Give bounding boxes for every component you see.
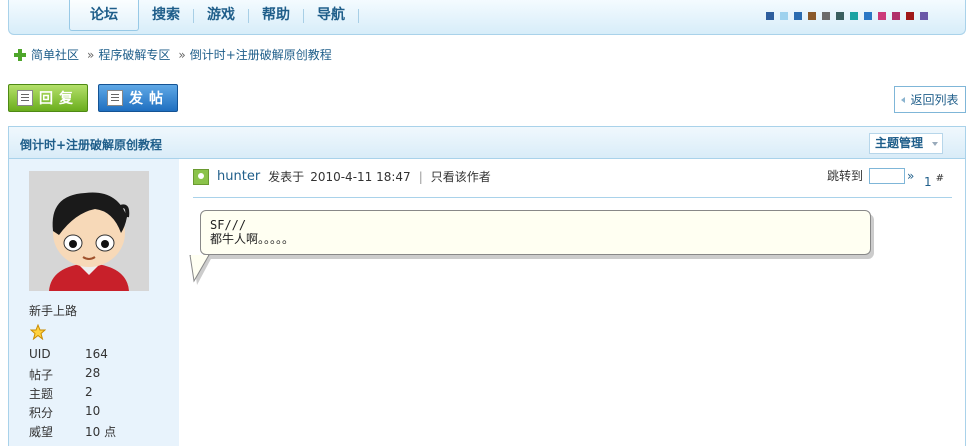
main-nav: 论坛 搜索 游戏 帮助 导航 [69, 0, 359, 31]
breadcrumb-separator: » [178, 47, 186, 62]
nav-item-search[interactable]: 搜索 [139, 0, 193, 31]
nav-item-navigation[interactable]: 导航 [304, 0, 358, 31]
theme-color-swatch[interactable] [780, 12, 788, 20]
stat-label: UID [29, 347, 51, 361]
theme-color-swatch[interactable] [850, 12, 858, 20]
meta-separator: | [418, 169, 423, 184]
nav-item-help[interactable]: 帮助 [249, 0, 303, 31]
theme-color-swatch[interactable] [892, 12, 900, 20]
theme-color-swatch[interactable] [878, 12, 886, 20]
jump-floor-input[interactable] [869, 167, 906, 184]
back-to-list-button[interactable]: 返回列表 [894, 86, 966, 113]
stat-label: 主题 [29, 387, 54, 401]
edit-icon [107, 90, 123, 106]
plus-icon [14, 48, 26, 61]
reply-icon [17, 90, 33, 106]
star-icon [30, 324, 46, 340]
theme-color-swatch[interactable] [906, 12, 914, 20]
thread-title: 倒计时+注册破解原创教程 [20, 138, 163, 152]
theme-color-swatch[interactable] [822, 12, 830, 20]
stat-label: 威望 [29, 425, 54, 439]
stat-row: 威望 10 点 [29, 423, 116, 442]
stat-row: 积分 10 [29, 404, 116, 423]
thread-header: 倒计时+注册破解原创教程 主题管理 [8, 126, 966, 159]
post-content-bubble: SF/// 都牛人啊。。。。。 [200, 210, 871, 255]
breadcrumb-thread[interactable]: 倒计时+注册破解原创教程 [190, 46, 332, 63]
stat-value: 164 [85, 347, 108, 361]
breadcrumb-section[interactable]: 程序破解专区 [98, 46, 170, 63]
reply-button[interactable]: 回复 [8, 84, 88, 112]
stat-value: 2 [85, 385, 93, 399]
stat-value: 28 [85, 366, 101, 380]
stat-row: 帖子 28 [29, 366, 116, 385]
reply-button-label: 回复 [39, 91, 79, 107]
stat-label: 积分 [29, 406, 54, 420]
jump-go-button[interactable]: » [907, 169, 914, 183]
only-author-link[interactable]: 只看该作者 [431, 168, 491, 185]
stat-value: 10 点 [85, 425, 117, 439]
stat-value: 10 [85, 404, 101, 418]
theme-color-swatch[interactable] [920, 12, 928, 20]
breadcrumb-home[interactable]: 简单社区 [31, 46, 79, 63]
theme-color-swatch[interactable] [766, 12, 774, 20]
author-sidebar: 新手上路 UID 164 帖子 28 主题 2 积分 10 威望 10 点 [8, 159, 179, 446]
arrow-left-icon [901, 96, 906, 103]
theme-color-swatch[interactable] [836, 12, 844, 20]
breadcrumb: 简单社区 » 程序破解专区 » 倒计时+注册破解原创教程 [14, 46, 332, 63]
chevron-down-icon [932, 142, 938, 146]
user-stats: UID 164 帖子 28 主题 2 积分 10 威望 10 点 [29, 347, 116, 442]
stat-row: UID 164 [29, 347, 116, 366]
floor-link[interactable]: 1 [924, 175, 932, 189]
post-content: SF/// 都牛人啊。。。。。 [210, 218, 295, 246]
nav-item-forum[interactable]: 论坛 [69, 0, 139, 31]
post-body: hunter 发表于 2010-4-11 18:47 | 只看该作者 跳转到 »… [179, 159, 966, 446]
divider [193, 197, 952, 198]
jump-label: 跳转到 [827, 169, 864, 183]
top-nav-bar: 论坛 搜索 游戏 帮助 导航 [8, 0, 966, 35]
post-meta: hunter 发表于 2010-4-11 18:47 | 只看该作者 [193, 168, 491, 185]
stat-row: 主题 2 [29, 385, 116, 404]
thread-manage-dropdown[interactable]: 主题管理 [869, 133, 943, 154]
avatar-image [29, 171, 149, 291]
theme-color-swatch[interactable] [864, 12, 872, 20]
theme-color-swatch[interactable] [808, 12, 816, 20]
stat-label: 帖子 [29, 368, 54, 382]
post-datetime: 2010-4-11 18:47 [310, 169, 411, 184]
bubble-tail [189, 255, 213, 285]
floor-mark: # [935, 173, 945, 184]
nav-divider [358, 9, 359, 23]
nav-item-games[interactable]: 游戏 [194, 0, 248, 31]
post-author-link[interactable]: hunter [217, 169, 260, 184]
jump-to-floor: 跳转到 » [827, 167, 914, 184]
new-post-button[interactable]: 发帖 [98, 84, 178, 112]
new-post-button-label: 发帖 [129, 91, 169, 107]
theme-color-swatch[interactable] [794, 12, 802, 20]
avatar[interactable] [29, 171, 149, 291]
user-online-icon [193, 168, 209, 185]
user-rank-title: 新手上路 [29, 304, 78, 318]
posted-prefix: 发表于 [268, 170, 305, 184]
floor-number: 1 # [924, 173, 944, 189]
breadcrumb-separator: » [87, 47, 95, 62]
back-to-list-label: 返回列表 [910, 93, 959, 107]
theme-color-picker [766, 12, 928, 20]
thread-manage-label: 主题管理 [875, 136, 924, 150]
